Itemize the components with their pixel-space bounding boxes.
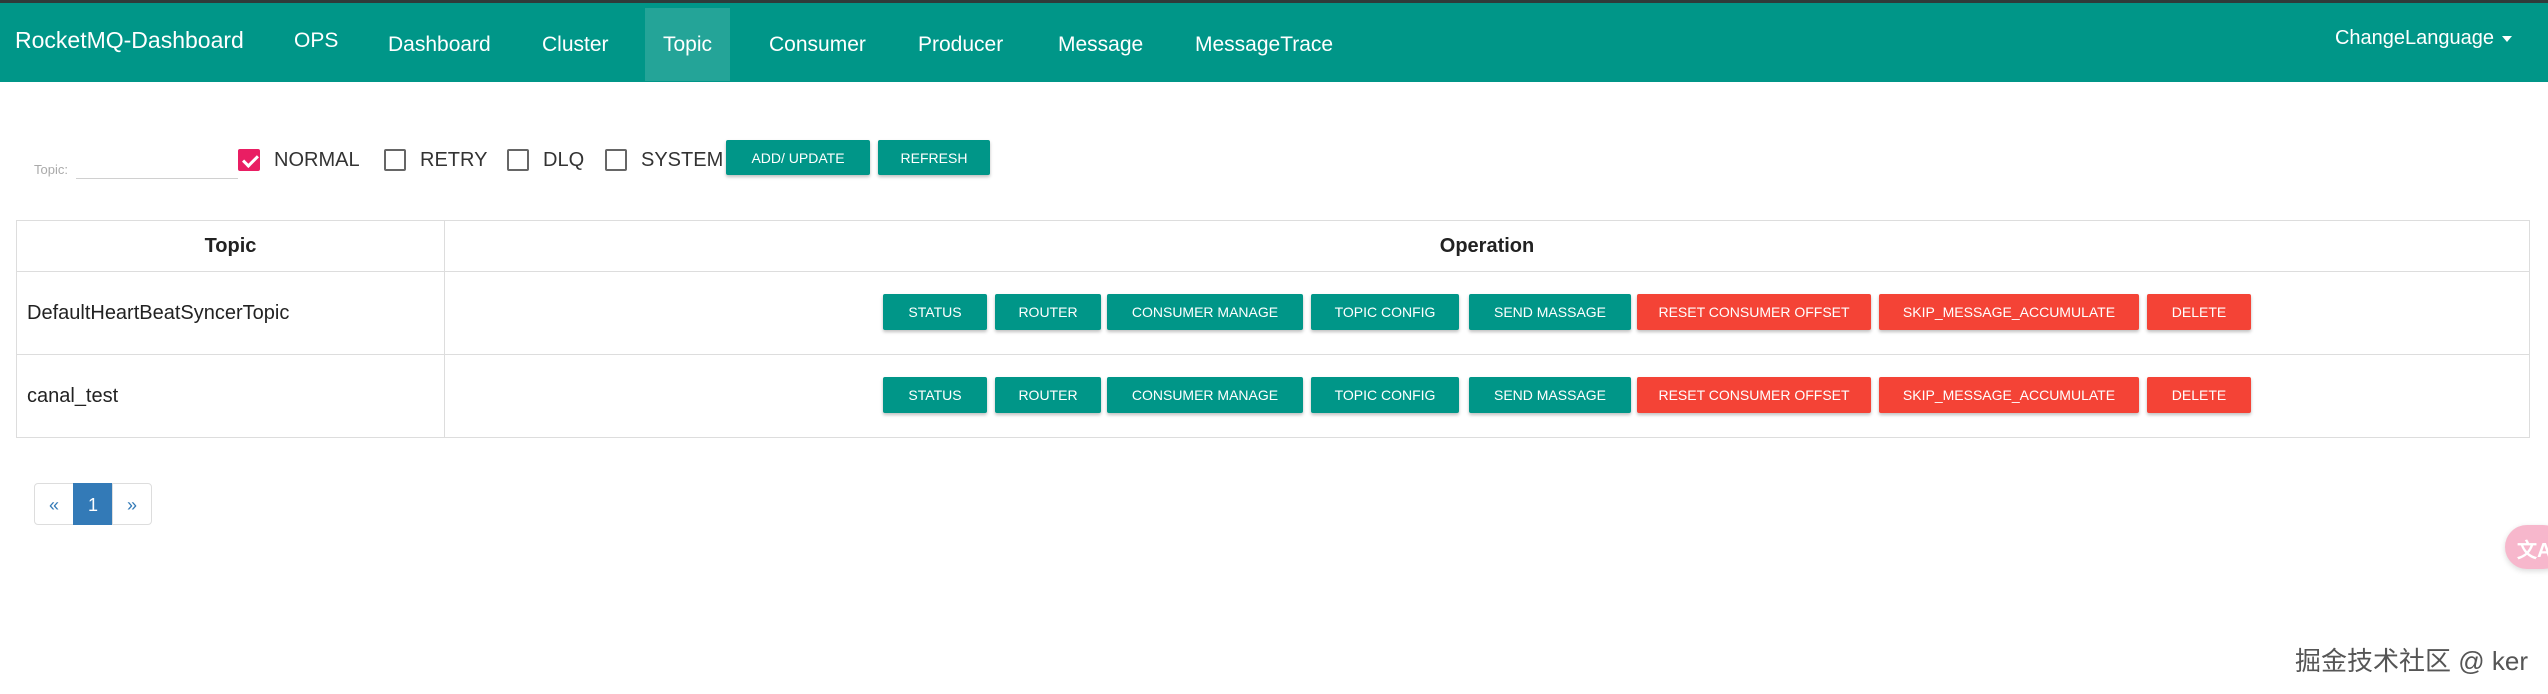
pagination: « 1 » [34,483,152,525]
nav-consumer[interactable]: Consumer [751,8,884,81]
table-header-row: Topic Operation [16,220,2530,272]
operation-cell: STATUS ROUTER CONSUMER MANAGE TOPIC CONF… [444,271,2530,355]
checkbox-unchecked-icon [384,149,406,171]
nav-ops[interactable]: OPS [276,3,356,76]
delete-button[interactable]: DELETE [2147,377,2251,413]
skip-message-accumulate-button[interactable]: SKIP_MESSAGE_ACCUMULATE [1879,377,2139,413]
nav-dashboard[interactable]: Dashboard [370,8,509,81]
topic-table: Topic Operation DefaultHeartBeatSyncerTo… [16,220,2530,438]
nav-message[interactable]: Message [1040,8,1161,81]
topic-name: DefaultHeartBeatSyncerTopic [16,271,445,355]
checkbox-normal[interactable]: NORMAL [238,144,360,176]
pagination-page-1[interactable]: 1 [73,483,113,525]
consumer-manage-button[interactable]: CONSUMER MANAGE [1107,377,1303,413]
topic-config-button[interactable]: TOPIC CONFIG [1311,294,1459,330]
checkbox-system[interactable]: SYSTEM [605,144,723,176]
checkbox-retry[interactable]: RETRY [384,144,487,176]
checkbox-checked-icon [238,149,260,171]
nav-messagetrace[interactable]: MessageTrace [1177,8,1351,81]
checkbox-dlq-label: DLQ [543,148,585,171]
checkbox-dlq[interactable]: DLQ [507,144,584,176]
refresh-button[interactable]: REFRESH [878,140,990,175]
checkbox-system-label: SYSTEM [641,148,724,171]
topic-filter-label: Topic: [34,162,68,177]
translate-icon[interactable]: 文A [2505,525,2548,569]
operation-cell: STATUS ROUTER CONSUMER MANAGE TOPIC CONF… [444,354,2530,438]
nav-cluster[interactable]: Cluster [524,8,627,81]
change-language-label: ChangeLanguage [2334,27,2494,49]
reset-consumer-offset-button[interactable]: RESET CONSUMER OFFSET [1637,377,1871,413]
skip-message-accumulate-button[interactable]: SKIP_MESSAGE_ACCUMULATE [1879,294,2139,330]
caret-down-icon [2502,35,2512,42]
router-button[interactable]: ROUTER [995,294,1101,330]
nav-topic[interactable]: Topic [645,8,731,81]
status-button[interactable]: STATUS [883,294,987,330]
topic-name: canal_test [16,354,445,438]
checkbox-retry-label: RETRY [420,148,488,171]
watermark: 掘金技术社区 @ ker [2295,646,2528,676]
send-massage-button[interactable]: SEND MASSAGE [1469,377,1631,413]
nav-producer[interactable]: Producer [900,8,1021,81]
header-operation: Operation [444,220,2530,272]
router-button[interactable]: ROUTER [995,377,1101,413]
send-massage-button[interactable]: SEND MASSAGE [1469,294,1631,330]
topic-config-button[interactable]: TOPIC CONFIG [1311,377,1459,413]
topic-filter-bar: Topic: NORMAL RETRY DLQ SYSTEM ADD/ UPDA… [0,136,1100,186]
pagination-next[interactable]: » [112,483,152,525]
consumer-manage-button[interactable]: CONSUMER MANAGE [1107,294,1303,330]
header-topic: Topic [16,220,445,272]
checkbox-normal-label: NORMAL [274,148,360,171]
pagination-prev[interactable]: « [34,483,74,525]
topic-search-input[interactable] [76,144,238,179]
navbar: RocketMQ-Dashboard OPS Dashboard Cluster… [0,3,2548,82]
change-language-dropdown[interactable]: ChangeLanguage [2335,27,2512,50]
status-button[interactable]: STATUS [883,377,987,413]
brand-title[interactable]: RocketMQ-Dashboard [15,27,244,54]
checkbox-unchecked-icon [507,149,529,171]
add-update-button[interactable]: ADD/ UPDATE [726,140,870,175]
checkbox-unchecked-icon [605,149,627,171]
delete-button[interactable]: DELETE [2147,294,2251,330]
translate-icon-glyph: 文A [2517,540,2548,562]
reset-consumer-offset-button[interactable]: RESET CONSUMER OFFSET [1637,294,1871,330]
table-row: canal_test STATUS ROUTER CONSUMER MANAGE… [16,354,2530,438]
table-row: DefaultHeartBeatSyncerTopic STATUS ROUTE… [16,271,2530,355]
